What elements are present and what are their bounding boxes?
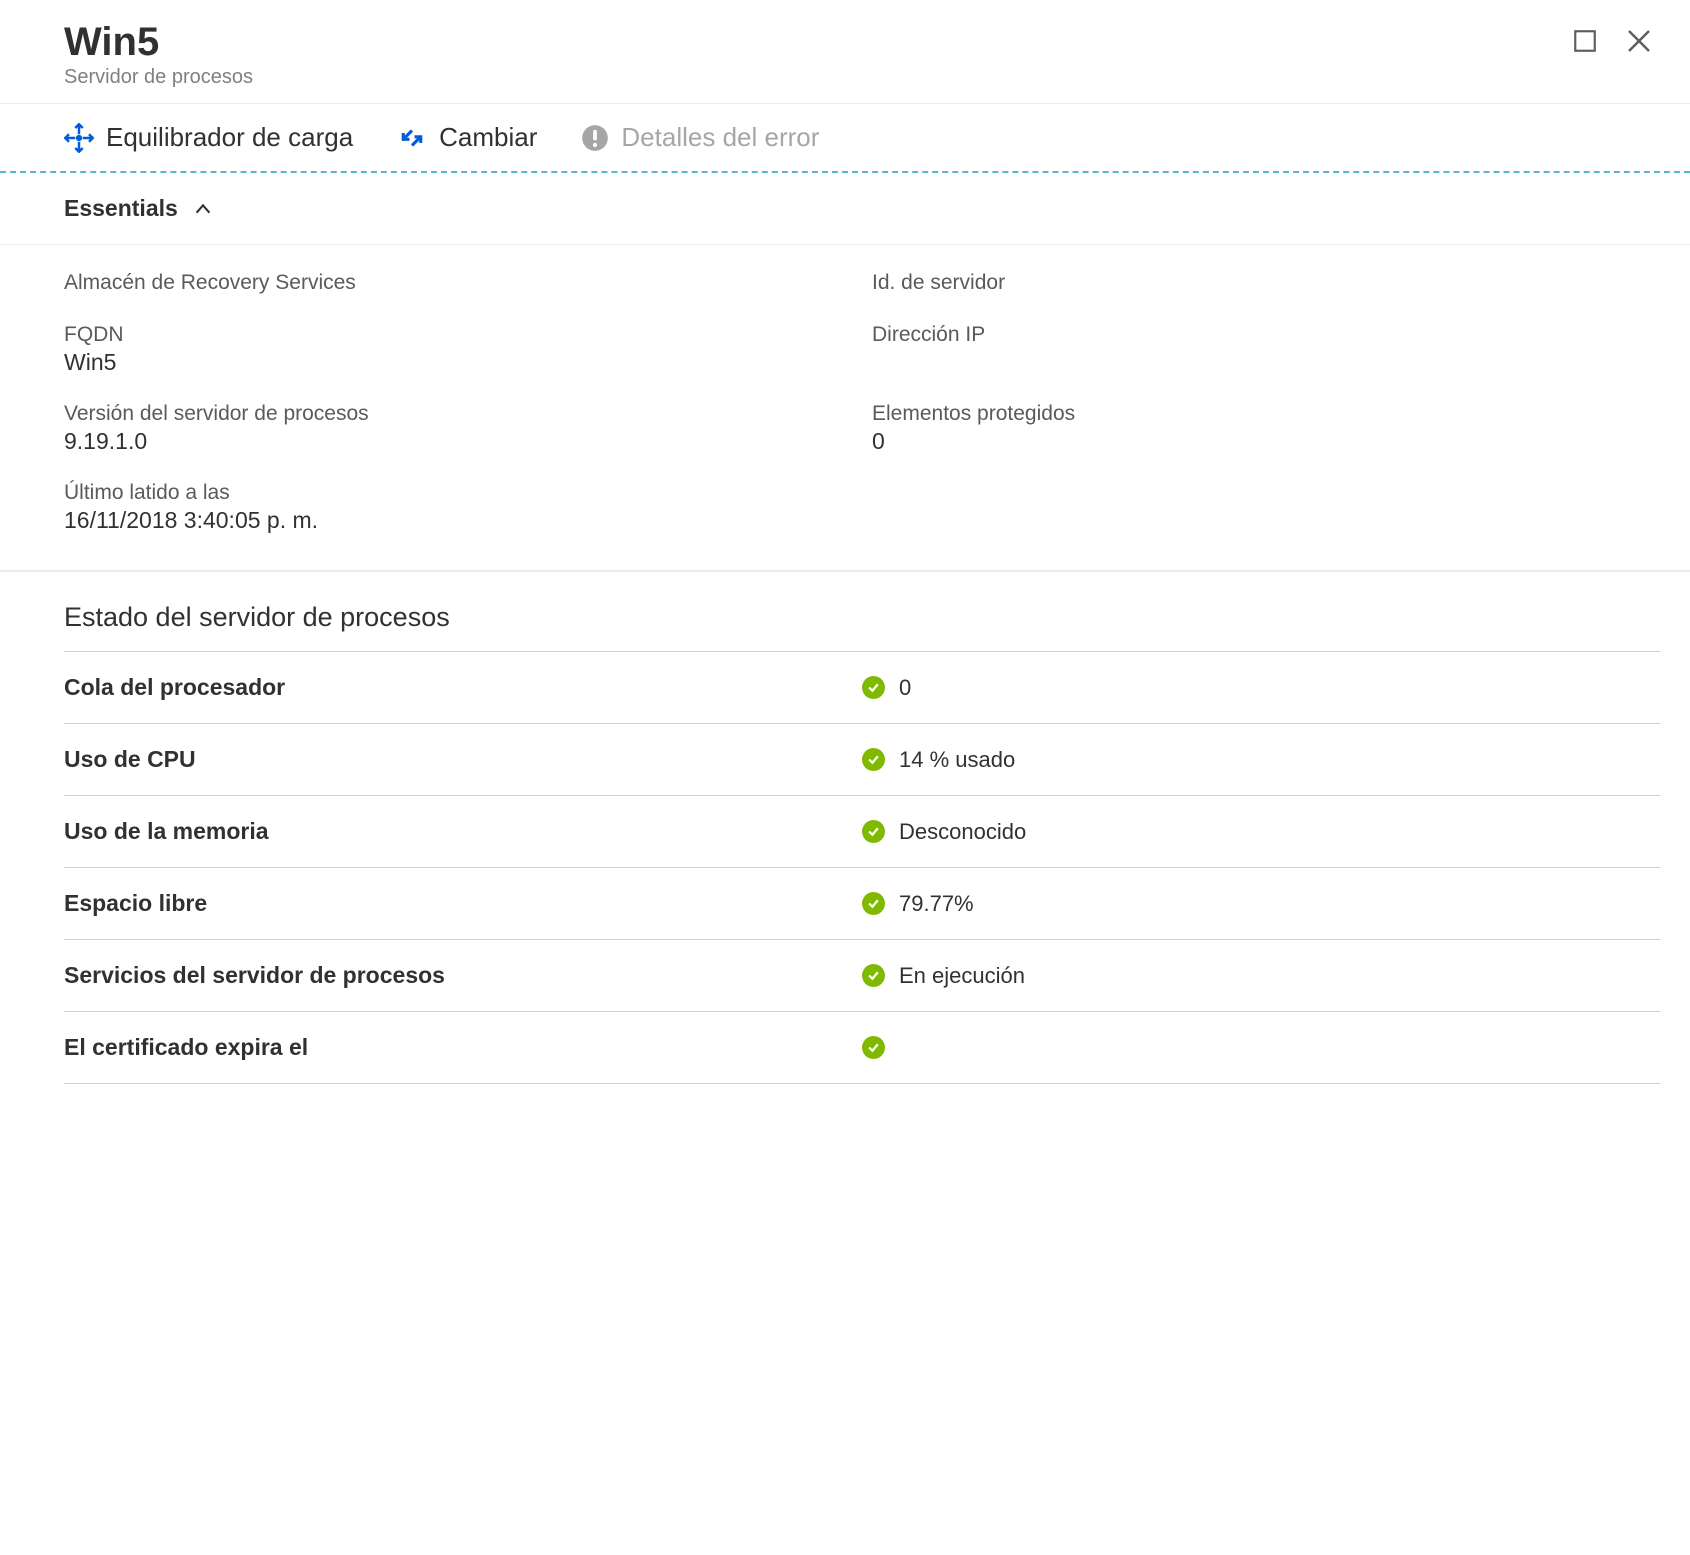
status-label: Cola del procesador	[64, 674, 862, 701]
status-value: Desconocido	[899, 819, 1026, 845]
status-value-cell: 79.77%	[862, 891, 1660, 917]
header-title-group: Win5 Servidor de procesos	[64, 20, 253, 89]
error-details-icon	[581, 124, 609, 152]
status-label: Espacio libre	[64, 890, 862, 917]
field-recovery-vault: Almacén de Recovery Services	[64, 271, 852, 297]
field-label: Versión del servidor de procesos	[64, 402, 852, 426]
status-value-cell: En ejecución	[862, 963, 1660, 989]
ok-check-icon	[862, 820, 885, 843]
field-fqdn: FQDN Win5	[64, 323, 852, 376]
chevron-up-icon	[192, 198, 214, 220]
field-value: 16/11/2018 3:40:05 p. m.	[64, 507, 852, 534]
switch-button[interactable]: Cambiar	[397, 122, 537, 153]
status-value: En ejecución	[899, 963, 1025, 989]
field-value: 9.19.1.0	[64, 428, 852, 455]
status-value-cell: 14 % usado	[862, 747, 1660, 773]
field-protected-items: Elementos protegidos 0	[872, 402, 1660, 455]
status-row: Servicios del servidor de procesos En ej…	[64, 940, 1660, 1012]
page-subtitle: Servidor de procesos	[64, 66, 253, 89]
status-value-cell	[862, 1036, 1660, 1059]
status-row: Uso de la memoria Desconocido	[64, 796, 1660, 868]
status-value-cell: 0	[862, 675, 1660, 701]
status-title: Estado del servidor de procesos	[64, 602, 1660, 652]
page-title: Win5	[64, 20, 253, 64]
field-label: Último latido a las	[64, 481, 852, 505]
essentials-label: Essentials	[64, 195, 178, 222]
status-value: 14 % usado	[899, 747, 1015, 773]
load-balancer-label: Equilibrador de carga	[106, 122, 353, 153]
header-controls	[1572, 20, 1660, 56]
status-label: Uso de CPU	[64, 746, 862, 773]
status-label: Servicios del servidor de procesos	[64, 962, 862, 989]
status-value: 79.77%	[899, 891, 974, 917]
essentials-body: Almacén de Recovery Services Id. de serv…	[0, 245, 1690, 570]
status-row: Cola del procesador 0	[64, 652, 1660, 724]
field-label: Id. de servidor	[872, 271, 1660, 295]
switch-icon	[397, 123, 427, 153]
field-version: Versión del servidor de procesos 9.19.1.…	[64, 402, 852, 455]
field-label: FQDN	[64, 323, 852, 347]
command-bar: Equilibrador de carga Cambiar Detalles d…	[0, 104, 1690, 173]
field-value: 0	[872, 428, 1660, 455]
field-label: Almacén de Recovery Services	[64, 271, 852, 295]
field-ip: Dirección IP	[872, 323, 1660, 376]
ok-check-icon	[862, 1036, 885, 1059]
status-row: Espacio libre 79.77%	[64, 868, 1660, 940]
status-section: Estado del servidor de procesos Cola del…	[0, 570, 1690, 1084]
load-balancer-icon	[64, 123, 94, 153]
error-details-label: Detalles del error	[621, 122, 819, 153]
error-details-button: Detalles del error	[581, 122, 819, 153]
field-last-heartbeat: Último latido a las 16/11/2018 3:40:05 p…	[64, 481, 852, 534]
ok-check-icon	[862, 964, 885, 987]
status-row: Uso de CPU 14 % usado	[64, 724, 1660, 796]
status-value-cell: Desconocido	[862, 819, 1660, 845]
status-label: Uso de la memoria	[64, 818, 862, 845]
field-label: Elementos protegidos	[872, 402, 1660, 426]
status-label: El certificado expira el	[64, 1034, 862, 1061]
ok-check-icon	[862, 748, 885, 771]
load-balancer-button[interactable]: Equilibrador de carga	[64, 122, 353, 153]
blade-header: Win5 Servidor de procesos	[0, 0, 1690, 104]
essentials-toggle[interactable]: Essentials	[0, 173, 1690, 245]
field-value: Win5	[64, 349, 852, 376]
status-row: El certificado expira el	[64, 1012, 1660, 1084]
field-server-id: Id. de servidor	[872, 271, 1660, 297]
status-value: 0	[899, 675, 911, 701]
close-icon[interactable]	[1624, 26, 1654, 56]
field-label: Dirección IP	[872, 323, 1660, 347]
maximize-icon[interactable]	[1572, 28, 1598, 54]
ok-check-icon	[862, 892, 885, 915]
switch-label: Cambiar	[439, 122, 537, 153]
ok-check-icon	[862, 676, 885, 699]
